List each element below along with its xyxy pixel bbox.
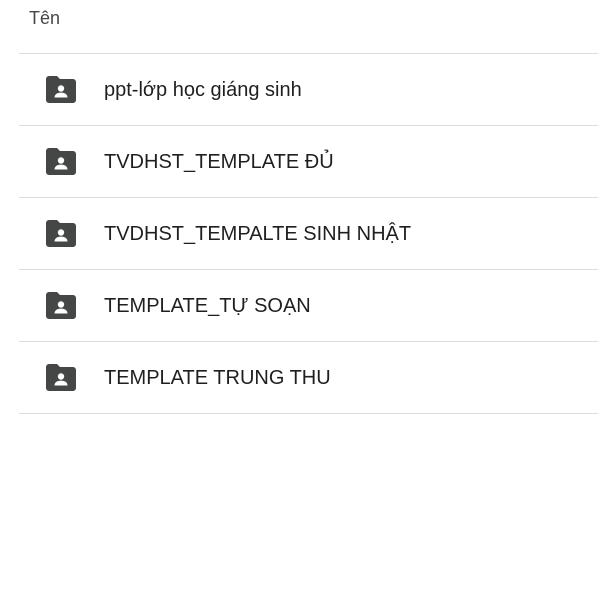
folder-row[interactable]: TEMPLATE_TỰ SOẠN bbox=[19, 270, 598, 342]
shared-folder-icon bbox=[46, 220, 76, 247]
folder-name: TEMPLATE_TỰ SOẠN bbox=[104, 295, 311, 317]
folder-name: TEMPLATE TRUNG THU bbox=[104, 367, 331, 389]
folder-name: TVDHST_TEMPALTE SINH NHẬT bbox=[104, 223, 412, 245]
folder-name: TVDHST_TEMPLATE ĐỦ bbox=[104, 151, 334, 173]
name-column-header[interactable]: Tên bbox=[29, 8, 60, 29]
shared-folder-icon bbox=[46, 76, 76, 103]
folder-row[interactable]: TEMPLATE TRUNG THU bbox=[19, 342, 598, 414]
folder-row[interactable]: TVDHST_TEMPALTE SINH NHẬT bbox=[19, 198, 598, 270]
shared-folder-icon bbox=[46, 292, 76, 319]
folder-row[interactable]: TVDHST_TEMPLATE ĐỦ bbox=[19, 126, 598, 198]
folder-list: ppt-lớp học giáng sinh TVDHST_TEMPLATE Đ… bbox=[19, 54, 598, 414]
folder-name: ppt-lớp học giáng sinh bbox=[104, 79, 302, 101]
folder-row[interactable]: ppt-lớp học giáng sinh bbox=[19, 54, 598, 126]
file-list-header: Tên bbox=[19, 0, 598, 54]
shared-folder-icon bbox=[46, 148, 76, 175]
shared-folder-icon bbox=[46, 364, 76, 391]
